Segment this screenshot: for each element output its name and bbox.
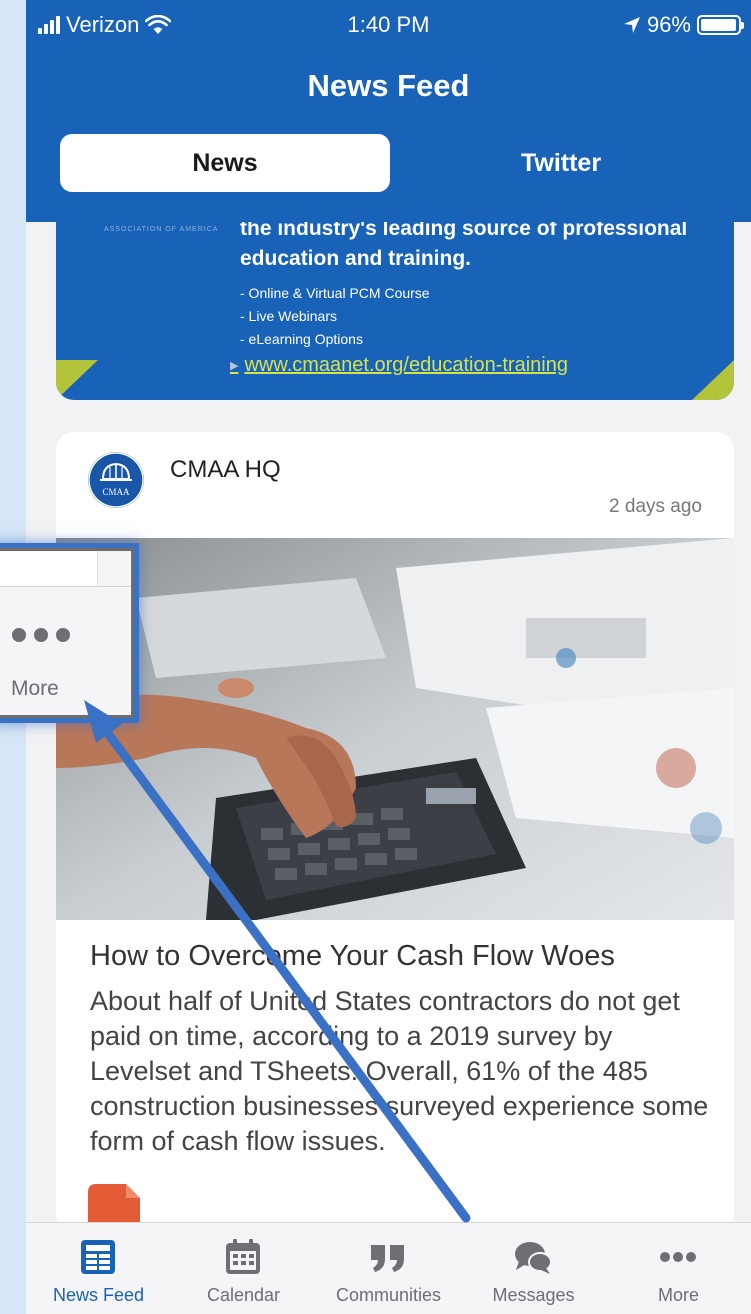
banner-list-item: - eLearning Options bbox=[240, 331, 363, 347]
tab-label: News Feed bbox=[52, 1285, 145, 1305]
banner-list-item: - Live Webinars bbox=[240, 308, 338, 324]
corner-decoration-right bbox=[692, 360, 734, 400]
tab-label: More bbox=[657, 1285, 699, 1305]
phone-screen: ASSOCIATION OF AMERICA the industry's le… bbox=[26, 0, 751, 1314]
more-dots-icon bbox=[12, 628, 70, 642]
post-author: CMAA HQ bbox=[170, 456, 281, 483]
tab-news[interactable]: News bbox=[60, 134, 390, 192]
cmaa-logo-icon: CMAA bbox=[88, 452, 144, 508]
post-timestamp: 2 days ago bbox=[609, 496, 702, 517]
callout-top-strip bbox=[0, 551, 98, 586]
tab-label: Messages bbox=[492, 1285, 575, 1305]
tab-communities[interactable]: Communities bbox=[316, 1223, 461, 1314]
tab-calendar[interactable]: Calendar bbox=[171, 1223, 316, 1314]
quote-icon bbox=[371, 1245, 404, 1272]
svg-text:CMAA: CMAA bbox=[102, 487, 130, 497]
status-bar: Verizon 1:40 PM 96% bbox=[26, 0, 751, 50]
calendar-icon bbox=[226, 1239, 260, 1274]
banner-link[interactable]: ▶ www.cmaanet.org/education-training bbox=[230, 354, 568, 377]
app-header: Verizon 1:40 PM 96% News Feed News Twitt… bbox=[26, 0, 751, 222]
battery-percent: 96% bbox=[646, 12, 691, 37]
banner-headline: the industry's leading source of profess… bbox=[240, 217, 688, 270]
post-body: About half of United States contractors … bbox=[90, 986, 709, 1156]
banner-faint-text: ASSOCIATION OF AMERICA bbox=[104, 226, 219, 233]
more-dots-icon bbox=[660, 1252, 696, 1262]
more-tab-callout: More bbox=[0, 548, 134, 718]
tab-more[interactable]: More bbox=[606, 1223, 751, 1314]
banner-list-item: - Online & Virtual PCM Course bbox=[240, 285, 430, 301]
tab-twitter[interactable]: Twitter bbox=[390, 134, 732, 192]
callout-more-label: More bbox=[11, 677, 59, 700]
callout-divider bbox=[0, 586, 131, 587]
post-image[interactable] bbox=[56, 538, 734, 920]
triangle-bullet-icon: ▶ bbox=[230, 360, 239, 372]
news-feed-icon bbox=[81, 1240, 115, 1274]
battery-icon bbox=[697, 15, 744, 35]
status-right: 96% bbox=[623, 12, 744, 38]
tab-label: Communities bbox=[335, 1285, 442, 1305]
calculator-photo bbox=[56, 538, 734, 920]
location-icon bbox=[623, 17, 640, 33]
tab-news-feed[interactable]: News Feed bbox=[26, 1223, 171, 1314]
banner-link-text[interactable]: www.cmaanet.org/education-training bbox=[244, 354, 568, 376]
segmented-control: News Twitter bbox=[60, 134, 732, 192]
news-post-card[interactable]: CMAA CMAA HQ 2 days ago How to Overcome … bbox=[56, 432, 734, 1232]
tab-messages[interactable]: Messages bbox=[461, 1223, 606, 1314]
corner-decoration-left bbox=[56, 360, 98, 400]
bottom-tab-bar: News Feed Calendar Communities Messages … bbox=[26, 1222, 751, 1314]
tab-label: Calendar bbox=[206, 1285, 281, 1305]
page-title: News Feed bbox=[307, 68, 470, 103]
banner-list: - Online & Virtual PCM Course - Live Web… bbox=[240, 282, 430, 351]
chat-bubble-icon bbox=[515, 1242, 552, 1274]
avatar[interactable]: CMAA bbox=[88, 452, 144, 508]
post-title[interactable]: How to Overcome Your Cash Flow Woes bbox=[90, 940, 710, 973]
